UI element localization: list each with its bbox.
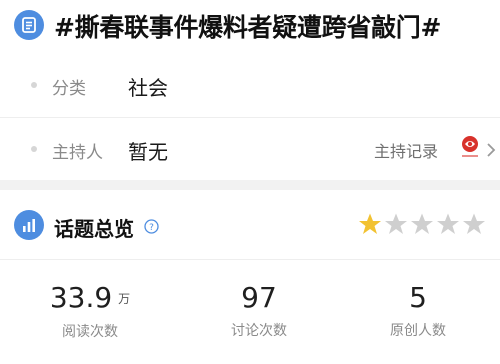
stat-value: 5 (409, 281, 427, 314)
overview-header: 话题总览 ? (0, 190, 500, 260)
category-value[interactable]: 社会 (128, 72, 168, 101)
stat-label: 讨论次数 (231, 323, 287, 339)
stat-original-count: 5 原创人数 (358, 282, 478, 352)
overview-title: 话题总览 (54, 217, 134, 241)
stat-label: 原创人数 (390, 323, 446, 339)
topic-meta: 分类 社会 主持人 暂无 主持记录 (0, 54, 500, 180)
chevron-right-icon (484, 140, 498, 160)
stat-label: 阅读次数 (62, 324, 118, 340)
stat-read-count: 33.9 万 阅读次数 (30, 282, 150, 352)
section-divider (0, 180, 500, 190)
media-logo-icon (459, 134, 481, 160)
bullet-dot (31, 146, 37, 152)
svg-text:?: ? (149, 223, 154, 233)
category-row: 分类 社会 (0, 54, 500, 117)
host-label: 主持人 (52, 143, 103, 163)
stat-unit: 万 (118, 292, 131, 306)
star-empty-icon (437, 213, 459, 234)
rating-stars (358, 212, 488, 238)
document-list-icon (14, 10, 44, 40)
host-row: 主持人 暂无 主持记录 (0, 117, 500, 180)
category-label: 分类 (52, 79, 86, 99)
star-empty-icon (385, 213, 407, 234)
host-record-link[interactable]: 主持记录 (360, 132, 500, 166)
bar-chart-icon (14, 210, 44, 240)
bullet-dot (31, 82, 37, 88)
host-record-label[interactable]: 主持记录 (374, 138, 438, 162)
topic-overview: 话题总览 ? 33.9 万 阅读次数 97 讨论次数 5 原创人数 (0, 190, 500, 364)
topic-title: #撕春联事件爆料者疑遭跨省敲门# (54, 13, 442, 42)
topic-header: #撕春联事件爆料者疑遭跨省敲门# (0, 0, 500, 54)
star-empty-icon (411, 213, 433, 234)
stat-value: 33.9 (49, 281, 113, 314)
host-value: 暂无 (128, 140, 168, 164)
question-circle-icon[interactable]: ? (144, 219, 159, 234)
stat-value: 97 (241, 281, 277, 314)
star-empty-icon (463, 213, 485, 234)
stat-discussion-count: 97 讨论次数 (199, 282, 319, 352)
star-filled-icon (359, 213, 381, 234)
